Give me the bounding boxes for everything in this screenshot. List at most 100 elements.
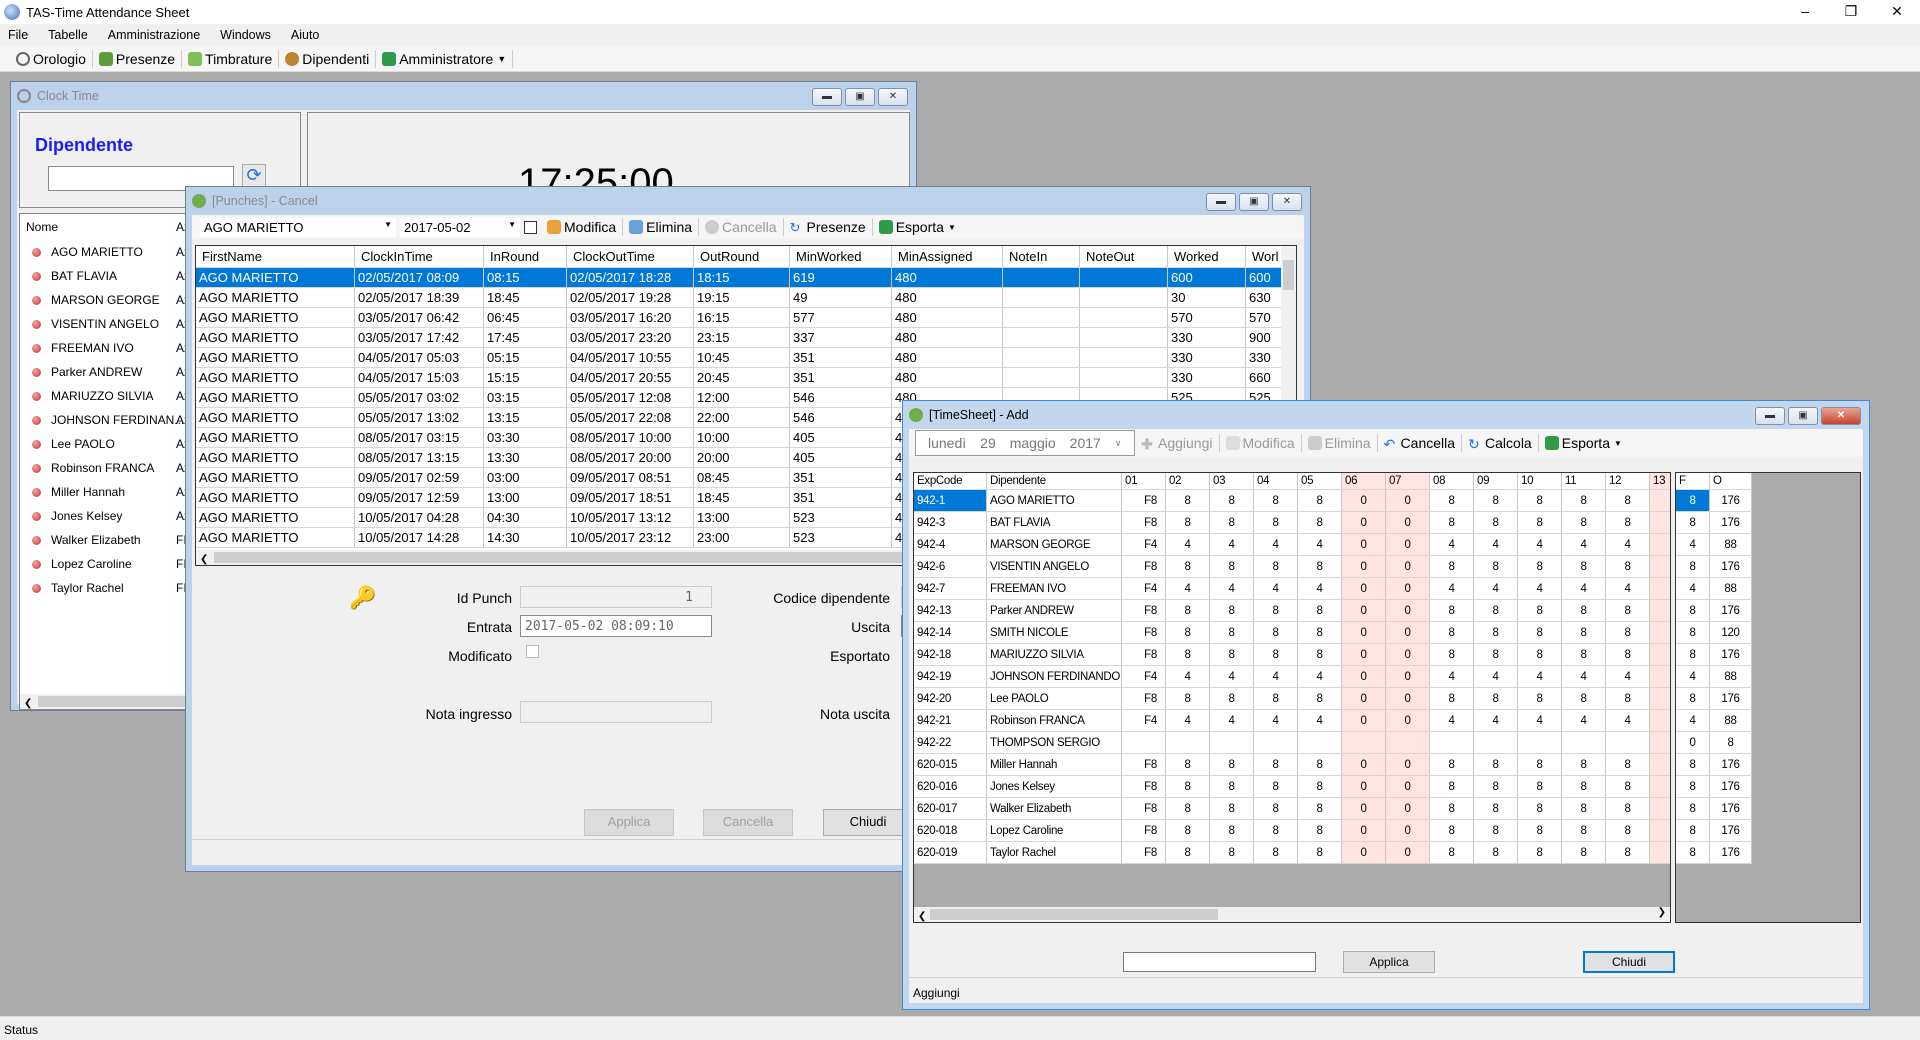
minimize-button[interactable]: – [1782,0,1828,24]
table-cell[interactable]: 0 [1386,600,1430,621]
summary-row[interactable]: 8 176 [1676,754,1752,776]
table-cell[interactable]: 4 [1430,534,1474,555]
column-header[interactable]: NoteOut [1080,246,1168,267]
table-cell[interactable]: 4 [1210,710,1254,731]
table-cell[interactable]: 0 [1342,578,1386,599]
menu-windows[interactable]: Windows [220,28,271,42]
table-cell[interactable]: 8 [1474,754,1518,775]
elimina-button[interactable]: Elimina [623,218,700,236]
table-cell[interactable] [1430,732,1474,753]
table-cell[interactable]: 0 [1342,754,1386,775]
table-cell[interactable]: 8 [1430,622,1474,643]
table-cell[interactable]: 0 [1342,534,1386,555]
table-row[interactable]: 942-4 MARSON GEORGE F4 4 4 4 4 0 0 4 4 4 4 4 [914,534,1670,556]
table-cell[interactable]: 8 [1210,644,1254,665]
table-cell[interactable]: 8 [1254,688,1298,709]
table-cell[interactable]: F8 [1122,820,1166,841]
table-cell[interactable]: Robinson FRANCA [987,710,1122,731]
column-header[interactable]: 09 [1474,473,1518,489]
table-cell[interactable] [1166,732,1210,753]
table-cell[interactable]: 8 [1210,622,1254,643]
table-cell[interactable]: 4 [1606,578,1650,599]
table-row[interactable]: 620-015 Miller Hannah F8 8 8 8 8 0 0 8 8 8 8 8 [914,754,1670,776]
table-cell[interactable]: 0 [1386,490,1430,511]
table-cell[interactable]: 8 [1298,842,1342,863]
table-cell[interactable]: Walker Elizabeth [987,798,1122,819]
table-cell[interactable]: 4 [1254,666,1298,687]
table-cell[interactable]: 0 [1342,556,1386,577]
column-header[interactable]: 08 [1430,473,1474,489]
table-cell[interactable]: F8 [1122,556,1166,577]
applica-button[interactable]: Applica [1343,951,1435,973]
column-header[interactable]: 07 [1386,473,1430,489]
column-header[interactable]: 06 [1342,473,1386,489]
table-cell[interactable]: 0 [1342,710,1386,731]
summary-row[interactable]: 8 176 [1676,556,1752,578]
table-cell[interactable]: 8 [1606,776,1650,797]
table-cell[interactable]: 8 [1254,512,1298,533]
table-cell[interactable]: 8 [1166,820,1210,841]
table-cell[interactable]: 8 [1430,644,1474,665]
table-cell[interactable] [1650,710,1670,731]
table-cell[interactable]: 0 [1342,622,1386,643]
table-cell[interactable]: 0 [1386,556,1430,577]
table-cell[interactable]: 942-22 [914,732,987,753]
table-row[interactable]: AGO MARIETTO 02/05/2017 18:39 18:45 02/05/2… [196,288,1296,308]
table-row[interactable]: AGO MARIETTO 03/05/2017 06:42 06:45 03/05/2… [196,308,1296,328]
table-cell[interactable]: 8 [1518,512,1562,533]
table-cell[interactable]: 8 [1166,600,1210,621]
table-cell[interactable]: 4 [1474,710,1518,731]
table-cell[interactable]: 0 [1386,666,1430,687]
table-cell[interactable]: 8 [1518,754,1562,775]
menu-tabelle[interactable]: Tabelle [48,28,88,42]
table-row[interactable]: 942-18 MARIUZZO SILVIA F8 8 8 8 8 0 0 8 8 8 8 8 [914,644,1670,666]
column-header[interactable]: 10 [1518,473,1562,489]
employee-combo[interactable]: AGO MARIETTO ▼ [200,217,396,237]
table-cell[interactable]: 8 [1254,798,1298,819]
table-cell[interactable] [1650,644,1670,665]
table-cell[interactable]: 4 [1606,710,1650,731]
table-cell[interactable]: 8 [1166,622,1210,643]
table-cell[interactable]: 8 [1606,512,1650,533]
table-cell[interactable] [1650,776,1670,797]
table-cell[interactable]: 8 [1562,490,1606,511]
table-cell[interactable]: F8 [1122,842,1166,863]
table-cell[interactable]: 4 [1606,534,1650,555]
table-cell[interactable] [1122,732,1166,753]
table-cell[interactable]: F4 [1122,710,1166,731]
table-cell[interactable] [1650,622,1670,643]
toolbar-dipendenti[interactable]: Dipendenti [279,49,377,68]
table-cell[interactable]: 8 [1474,490,1518,511]
table-cell[interactable] [1650,512,1670,533]
table-cell[interactable]: 4 [1562,666,1606,687]
table-cell[interactable]: 8 [1562,688,1606,709]
table-cell[interactable]: 942-1 [914,490,987,511]
table-cell[interactable] [1650,754,1670,775]
table-cell[interactable]: THOMPSON SERGIO [987,732,1122,753]
table-cell[interactable]: 4 [1254,710,1298,731]
table-cell[interactable]: 620-016 [914,776,987,797]
table-cell[interactable] [1210,732,1254,753]
table-cell[interactable]: 4 [1474,534,1518,555]
table-row[interactable]: 620-018 Lopez Caroline F8 8 8 8 8 0 0 8 8 8 8 8 [914,820,1670,842]
modifica-button[interactable]: Modifica [1220,434,1302,452]
table-row[interactable]: 942-13 Parker ANDREW F8 8 8 8 8 0 0 8 8 8 8 8 [914,600,1670,622]
summary-row[interactable]: 8 120 [1676,622,1752,644]
table-cell[interactable]: 8 [1562,600,1606,621]
table-cell[interactable]: Jones Kelsey [987,776,1122,797]
table-cell[interactable]: 8 [1474,688,1518,709]
table-cell[interactable]: 8 [1166,754,1210,775]
table-cell[interactable]: AGO MARIETTO [987,490,1122,511]
table-cell[interactable]: 4 [1298,578,1342,599]
table-cell[interactable] [1298,732,1342,753]
table-cell[interactable]: 8 [1254,842,1298,863]
table-cell[interactable]: 8 [1562,798,1606,819]
column-header[interactable]: NoteIn [1003,246,1080,267]
table-cell[interactable]: 8 [1474,622,1518,643]
table-cell[interactable]: 8 [1166,512,1210,533]
table-cell[interactable]: 4 [1254,534,1298,555]
table-cell[interactable]: 8 [1474,512,1518,533]
column-header[interactable]: 13 [1650,473,1670,489]
table-cell[interactable]: 8 [1210,776,1254,797]
table-row[interactable]: 942-20 Lee PAOLO F8 8 8 8 8 0 0 8 8 8 8 8 [914,688,1670,710]
